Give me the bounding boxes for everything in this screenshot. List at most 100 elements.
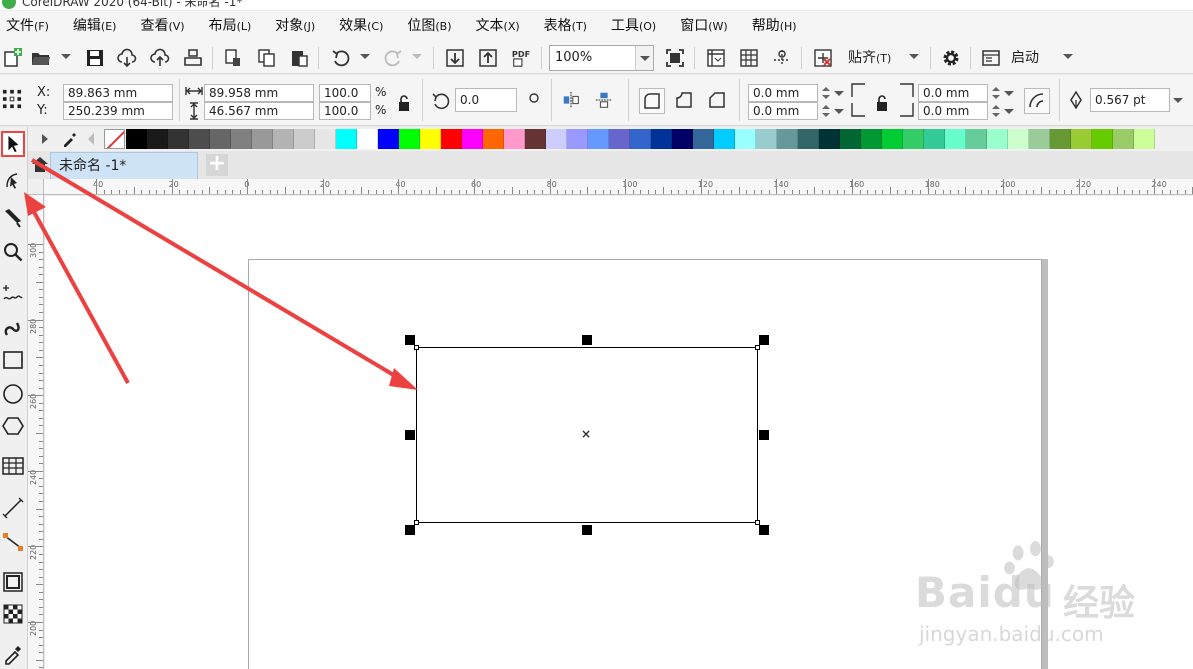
undo-dropdown-icon[interactable] [360, 54, 370, 59]
height-field[interactable]: 46.567 mm [204, 102, 314, 120]
scalloped-corner-button[interactable] [672, 88, 696, 112]
color-swatch[interactable] [714, 129, 735, 149]
handle-middle-right[interactable] [759, 430, 769, 440]
color-swatch[interactable] [357, 129, 378, 149]
undo-button[interactable] [328, 45, 354, 71]
copy-button[interactable] [254, 45, 280, 71]
cloud-upload-button[interactable] [147, 45, 173, 71]
show-rulers-button[interactable] [703, 45, 729, 71]
corner-tl-dropdown-icon[interactable] [834, 91, 844, 96]
eyedropper-tool-button[interactable] [1, 641, 25, 667]
corner-radius-bottom-left-field[interactable]: 0.0 mm [748, 102, 818, 120]
shape-tool-button[interactable] [1, 167, 25, 193]
corner-radius-bottom-right-field[interactable]: 0.0 mm [918, 102, 988, 120]
zoom-dropdown-icon[interactable] [635, 46, 653, 70]
zoom-level-select[interactable]: 100% [549, 45, 654, 71]
color-swatch[interactable] [1134, 129, 1155, 149]
color-swatch[interactable] [231, 129, 252, 149]
color-swatch[interactable] [525, 129, 546, 149]
color-swatch[interactable] [1071, 129, 1092, 149]
lock-ratio-button[interactable] [392, 91, 416, 115]
color-swatch[interactable] [483, 129, 504, 149]
dimension-tool-button[interactable] [1, 495, 25, 521]
show-guidelines-button[interactable] [769, 45, 795, 71]
color-swatch[interactable] [735, 129, 756, 149]
relative-corner-scaling-button[interactable] [1024, 88, 1050, 114]
color-swatch[interactable] [987, 129, 1008, 149]
center-mark-icon[interactable]: × [581, 428, 591, 440]
scale-x-field[interactable]: 100.0 [319, 84, 371, 102]
options-button[interactable] [938, 45, 964, 71]
color-swatch[interactable] [252, 129, 273, 149]
palette-eyedropper-icon[interactable] [61, 130, 79, 148]
show-grid-button[interactable] [736, 45, 762, 71]
width-field[interactable]: 89.958 mm [204, 84, 314, 102]
node-top-right[interactable] [755, 345, 760, 350]
import-file-button[interactable] [442, 45, 468, 71]
color-swatch[interactable] [861, 129, 882, 149]
corner-bl-spinner[interactable] [820, 102, 832, 120]
vertical-ruler[interactable]: 300 280 260 240 220 200 [28, 195, 44, 669]
menu-item-3[interactable]: 布局(L) [197, 11, 264, 41]
launch-button[interactable] [978, 45, 1004, 71]
color-swatch[interactable] [903, 129, 924, 149]
chamfered-corner-button[interactable] [705, 88, 729, 112]
color-swatch[interactable] [1113, 129, 1134, 149]
lock-corners-button[interactable] [870, 91, 894, 115]
color-swatch[interactable] [399, 129, 420, 149]
color-swatch[interactable] [1092, 129, 1113, 149]
round-corner-button[interactable] [639, 88, 665, 114]
color-swatch[interactable] [294, 129, 315, 149]
import-button[interactable] [220, 45, 246, 71]
transparency-tool-button[interactable] [1, 601, 25, 627]
corner-br-dropdown-icon[interactable] [1004, 109, 1014, 114]
handle-top-center[interactable] [582, 335, 592, 345]
document-tab[interactable]: 未命名 -1* [50, 152, 198, 179]
freehand-tool-button[interactable] [1, 281, 25, 307]
palette-scroll-left-icon[interactable] [88, 133, 94, 145]
color-swatch[interactable] [126, 129, 147, 149]
y-position-field[interactable]: 250.239 mm [63, 102, 173, 120]
mirror-vertical-button[interactable] [592, 88, 616, 112]
handle-bottom-center[interactable] [582, 525, 592, 535]
node-bottom-right[interactable] [755, 520, 760, 525]
color-swatch[interactable] [210, 129, 231, 149]
drop-shadow-tool-button[interactable] [1, 569, 25, 595]
menu-item-9[interactable]: 工具(O) [599, 11, 668, 41]
new-document-button[interactable] [0, 45, 26, 71]
color-swatch[interactable] [924, 129, 945, 149]
redo-dropdown-icon[interactable] [412, 54, 422, 59]
full-screen-button[interactable] [662, 45, 688, 71]
handle-bottom-left[interactable] [405, 525, 415, 535]
color-swatch[interactable] [588, 129, 609, 149]
redo-button[interactable] [380, 45, 406, 71]
add-tab-button[interactable]: + [206, 153, 228, 176]
menu-item-4[interactable]: 对象(J) [263, 11, 327, 41]
corner-tr-dropdown-icon[interactable] [1004, 91, 1014, 96]
color-swatch[interactable] [777, 129, 798, 149]
pick-tool-button[interactable] [1, 131, 25, 157]
color-swatch[interactable] [378, 129, 399, 149]
color-swatch[interactable] [966, 129, 987, 149]
menu-item-8[interactable]: 表格(T) [532, 11, 599, 41]
mirror-horizontal-button[interactable] [559, 88, 583, 112]
menu-item-10[interactable]: 窗口(W) [668, 11, 739, 41]
rectangle-tool-button[interactable] [1, 347, 25, 373]
color-swatch[interactable] [567, 129, 588, 149]
export-file-button[interactable] [475, 45, 501, 71]
x-position-field[interactable]: 89.863 mm [63, 84, 173, 102]
polygon-tool-button[interactable] [1, 413, 25, 439]
launch-dropdown-icon[interactable] [1063, 54, 1073, 59]
corner-radius-top-left-field[interactable]: 0.0 mm [748, 84, 818, 102]
color-swatch[interactable] [819, 129, 840, 149]
table-tool-button[interactable] [1, 453, 25, 479]
horizontal-ruler[interactable]: 4020020406080100120140160180200220240 [28, 179, 1193, 195]
object-origin-button[interactable] [0, 87, 24, 111]
snap-off-button[interactable] [810, 45, 836, 71]
scale-y-field[interactable]: 100.0 [319, 102, 371, 120]
color-swatch[interactable] [462, 129, 483, 149]
color-swatch[interactable] [693, 129, 714, 149]
menu-item-5[interactable]: 效果(C) [327, 11, 395, 41]
open-dropdown-icon[interactable] [61, 54, 71, 59]
color-swatch[interactable] [630, 129, 651, 149]
